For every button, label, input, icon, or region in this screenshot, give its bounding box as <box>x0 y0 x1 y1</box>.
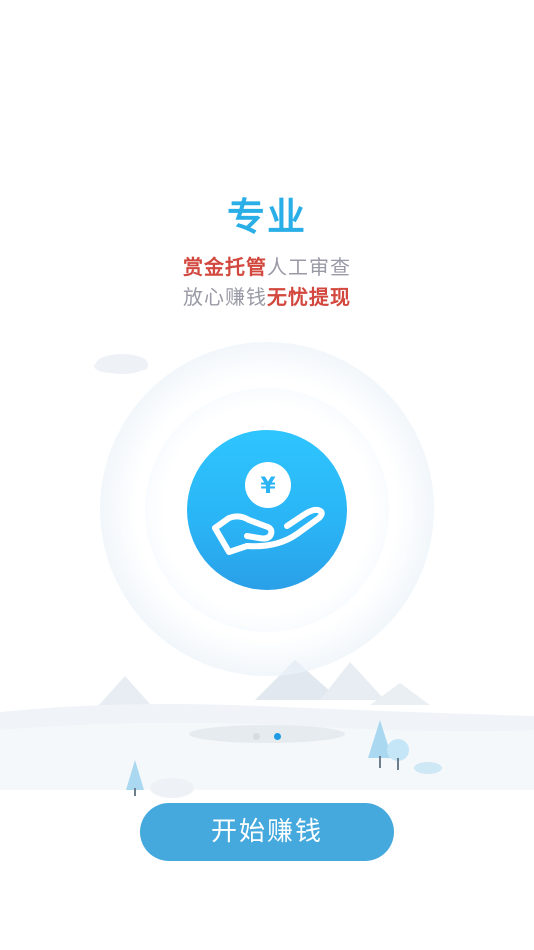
pager-dot-1[interactable] <box>253 733 260 740</box>
coin-symbol: ¥ <box>260 474 276 499</box>
hero-circle: ¥ <box>187 430 347 590</box>
hand-holding-coin-icon: ¥ <box>212 462 325 555</box>
pager-dots <box>0 733 534 743</box>
start-earning-button[interactable]: 开始赚钱 <box>140 803 394 861</box>
pager-dot-2-active[interactable] <box>274 733 281 740</box>
cloud-icon <box>94 354 148 374</box>
